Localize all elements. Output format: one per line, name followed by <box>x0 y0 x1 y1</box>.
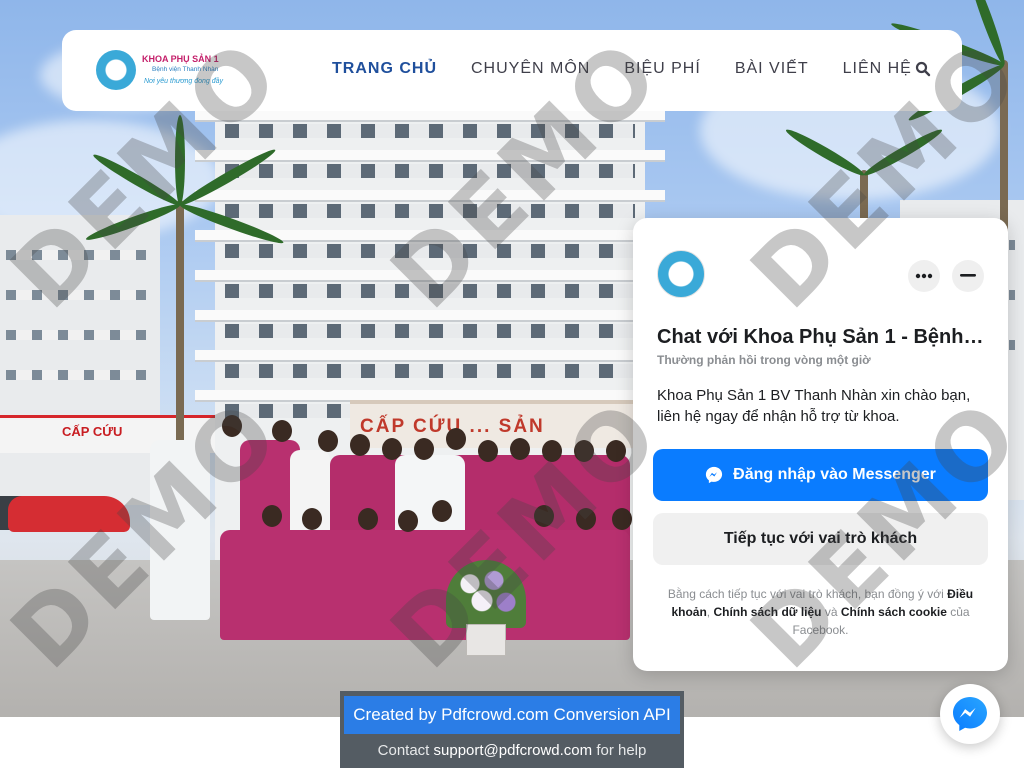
site-header: KHOA PHỤ SẢN 1 Bệnh viện Thanh Nhàn Nơi … <box>62 30 962 111</box>
messenger-chat-panel: Chat với Khoa Phụ Sản 1 - Bệnh Vi... Thư… <box>633 218 1008 671</box>
data-policy-link[interactable]: Chính sách dữ liệu <box>713 605 821 619</box>
pdfcrowd-link[interactable]: Created by Pdfcrowd.com Conversion API <box>344 696 680 734</box>
minimize-button[interactable] <box>952 260 984 292</box>
logo-slogan: Nơi yêu thương đong đầy <box>144 78 224 85</box>
cookie-policy-link[interactable]: Chính sách cookie <box>841 605 947 619</box>
more-options-button[interactable] <box>908 260 940 292</box>
nav-item-fees[interactable]: BIỆU PHÍ <box>624 60 700 78</box>
main-menu: TRANG CHỦ CHUYÊN MÔN BIỆU PHÍ BÀI VIẾT L… <box>332 60 946 78</box>
login-messenger-label: Đăng nhập vào Messenger <box>733 466 936 483</box>
nav-item-articles[interactable]: BÀI VIẾT <box>735 60 809 78</box>
continue-as-guest-button[interactable]: Tiếp tục với vai trò khách <box>653 513 988 565</box>
logo-title: KHOA PHỤ SẢN 1 <box>142 54 219 64</box>
more-horizontal-icon <box>915 273 933 279</box>
minimize-icon <box>960 274 976 277</box>
pdfcrowd-contact: Contact support@pdfcrowd.com for help <box>377 742 647 759</box>
messenger-icon <box>706 466 723 484</box>
messenger-icon <box>953 697 987 731</box>
search-icon[interactable] <box>915 61 931 77</box>
pdfcrowd-banner: Created by Pdfcrowd.com Conversion API C… <box>340 691 684 768</box>
login-messenger-button[interactable]: Đăng nhập vào Messenger <box>653 449 988 501</box>
nav-item-specialties[interactable]: CHUYÊN MÔN <box>471 60 590 78</box>
logo-subtitle: Bệnh viện Thanh Nhàn <box>152 66 219 73</box>
greeting-message: Khoa Phụ Sản 1 BV Thanh Nhàn xin chào bạ… <box>657 387 971 425</box>
site-logo[interactable]: KHOA PHỤ SẢN 1 Bệnh viện Thanh Nhàn Nơi … <box>96 48 228 94</box>
nav-item-contact[interactable]: LIÊN HỆ <box>843 60 912 78</box>
page-avatar <box>657 250 705 298</box>
nav-item-home[interactable]: TRANG CHỦ <box>332 60 437 78</box>
chat-title: Chat với Khoa Phụ Sản 1 - Bệnh Vi... <box>657 326 987 348</box>
terms-notice: Bằng cách tiếp tục với vai trò khách, bạ… <box>667 587 974 637</box>
support-email-link[interactable]: support@pdfcrowd.com <box>434 742 593 759</box>
messenger-fab-button[interactable] <box>940 684 1000 744</box>
response-time: Thường phản hồi trong vòng một giờ <box>657 353 871 367</box>
logo-mother-child-icon <box>96 50 136 90</box>
